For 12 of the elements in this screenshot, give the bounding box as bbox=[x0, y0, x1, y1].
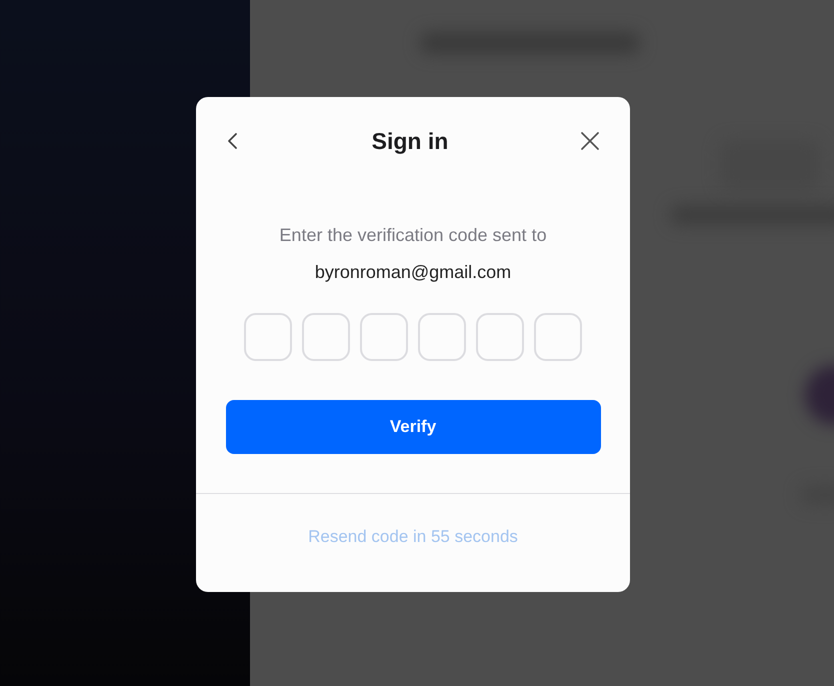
email-address: byronroman@gmail.com bbox=[314, 262, 512, 283]
code-digit-field[interactable] bbox=[476, 313, 524, 361]
code-digit-field[interactable] bbox=[418, 313, 466, 361]
code-digit-field[interactable] bbox=[360, 313, 408, 361]
dialog-title: Sign in bbox=[372, 128, 448, 154]
verify-button[interactable]: Verify bbox=[226, 400, 600, 454]
close-icon bbox=[580, 131, 600, 151]
code-digit-field[interactable] bbox=[534, 313, 582, 361]
code-digit-field[interactable] bbox=[302, 313, 350, 361]
instruction-text: Enter the verification code sent to bbox=[279, 225, 547, 246]
chevron-left-icon bbox=[226, 131, 240, 151]
code-digit-field[interactable] bbox=[244, 313, 292, 361]
